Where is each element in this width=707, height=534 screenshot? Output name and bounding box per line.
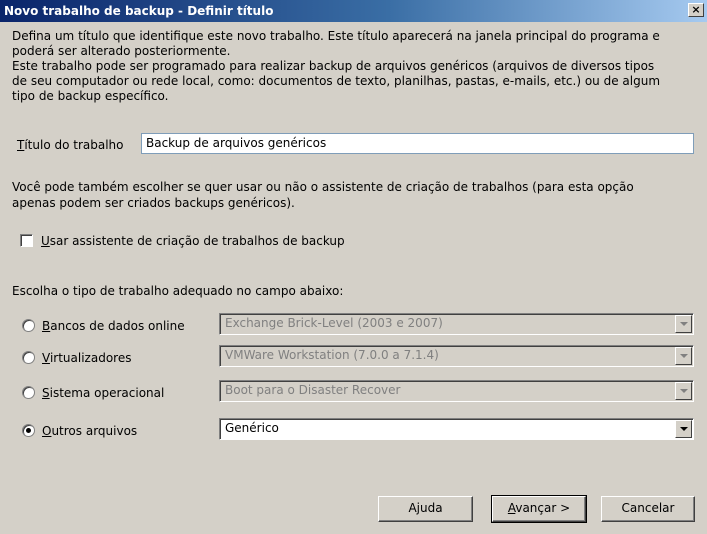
operating-system-select: Boot para o Disaster Recover xyxy=(219,380,694,402)
title-field-label: Título do trabalho xyxy=(17,138,124,152)
wizard-text-line-1: Você pode também escolher se quer usar o… xyxy=(12,180,634,194)
chevron-down-icon[interactable] xyxy=(675,420,692,438)
radio-online-databases[interactable] xyxy=(22,319,35,332)
type-prompt: Escolha o tipo de trabalho adequado no c… xyxy=(12,284,344,298)
other-files-select[interactable]: Genérico xyxy=(219,418,694,440)
title-input[interactable]: Backup de arquivos genéricos xyxy=(141,133,694,154)
radio-other-files[interactable] xyxy=(22,424,35,437)
chevron-down-icon xyxy=(675,315,692,333)
wizard-text-line-2: apenas podem ser criados backups genéric… xyxy=(12,196,295,210)
online-databases-select: Exchange Brick-Level (2003 e 2007) xyxy=(219,313,694,335)
radio-virtualizers-label[interactable]: Virtualizadores xyxy=(42,350,131,366)
radio-virtualizers[interactable] xyxy=(22,351,35,364)
intro-line-5: tipo de backup específico. xyxy=(12,89,169,103)
radio-operating-system[interactable] xyxy=(22,386,35,399)
window-titlebar: Novo trabalho de backup - Definir título xyxy=(0,0,707,22)
intro-line-4: de seu computador ou rede local, como: d… xyxy=(12,74,661,88)
radio-other-files-label[interactable]: Outros arquivos xyxy=(42,423,137,439)
next-button[interactable]: Avançar > xyxy=(491,495,587,523)
intro-line-2: poderá ser alterado posteriormente. xyxy=(12,44,231,58)
intro-line-3: Este trabalho pode ser programado para r… xyxy=(12,59,655,73)
close-icon: × xyxy=(691,3,701,16)
radio-online-databases-label[interactable]: Bancos de dados online xyxy=(42,318,185,334)
wizard-checkbox-label[interactable]: Usar assistente de criação de trabalhos … xyxy=(41,233,345,249)
close-button[interactable]: × xyxy=(688,3,704,17)
help-button[interactable]: Ajuda xyxy=(378,496,473,522)
intro-line-1: Defina um título que identifique este no… xyxy=(12,29,660,43)
cancel-button[interactable]: Cancelar xyxy=(601,496,695,522)
chevron-down-icon xyxy=(675,382,692,400)
radio-operating-system-label[interactable]: Sistema operacional xyxy=(42,385,164,401)
window-title: Novo trabalho de backup - Definir título xyxy=(4,4,274,18)
chevron-down-icon xyxy=(675,347,692,365)
virtualizers-select: VMWare Workstation (7.0.0 a 7.1.4) xyxy=(219,345,694,367)
wizard-checkbox[interactable] xyxy=(20,234,33,247)
